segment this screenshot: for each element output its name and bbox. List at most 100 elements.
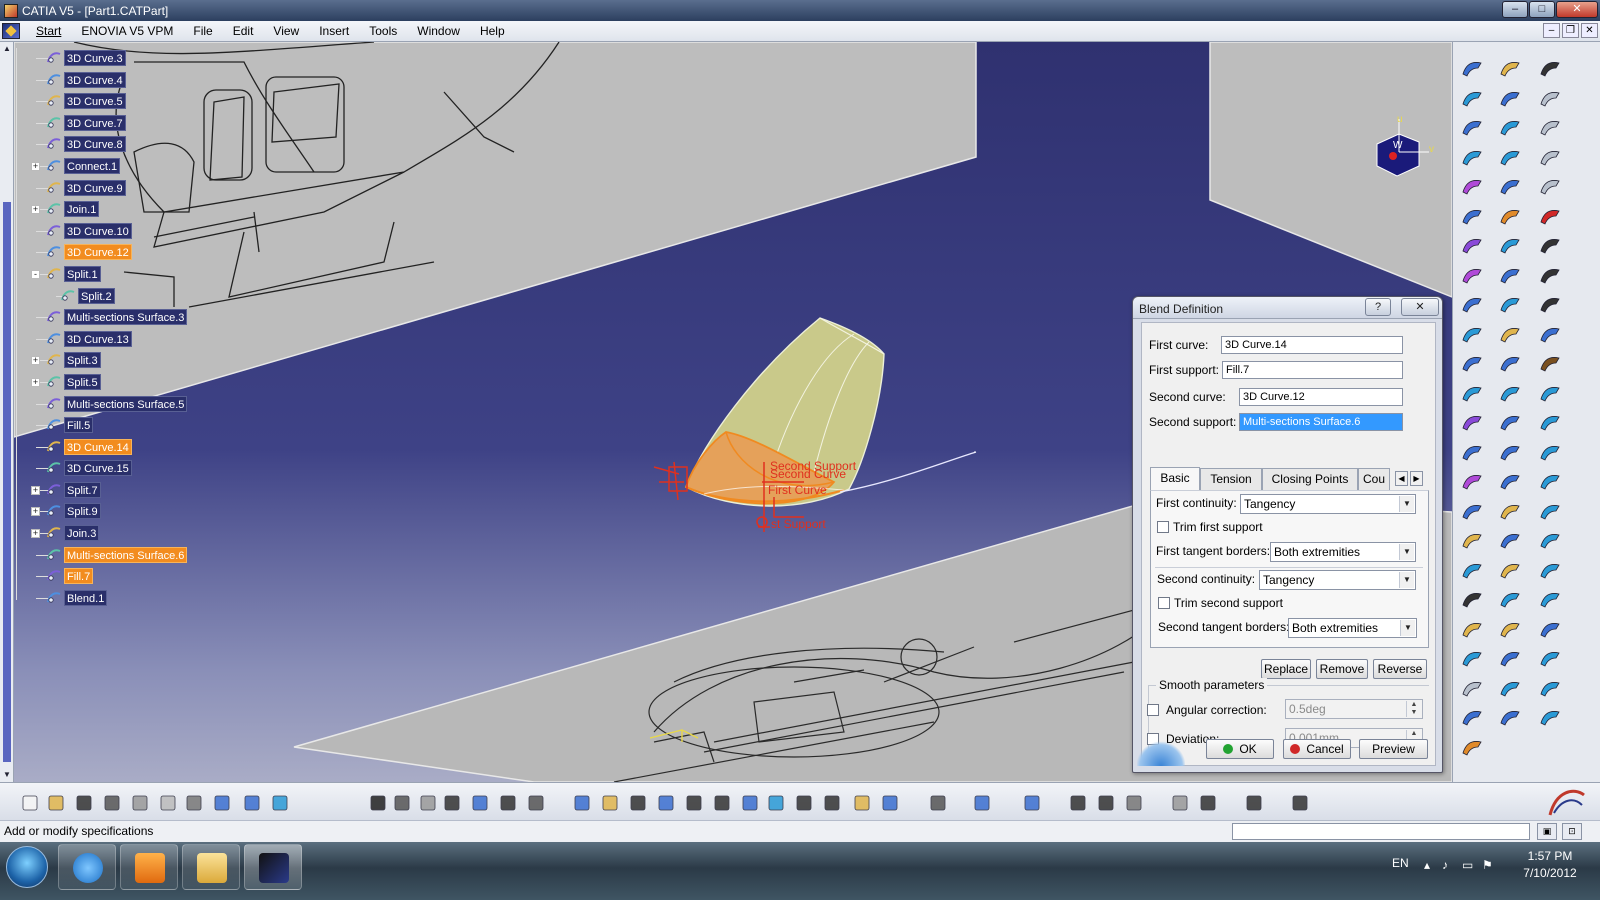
toolbar-icon[interactable]: [766, 794, 786, 812]
dialog-title-bar[interactable]: Blend Definition ? ✕: [1133, 297, 1442, 319]
tool-icon[interactable]: [1498, 56, 1522, 80]
tool-icon[interactable]: [1498, 705, 1522, 729]
toolbar-icon[interactable]: [442, 794, 462, 812]
tool-icon[interactable]: [1460, 617, 1484, 641]
tree-item-label[interactable]: Join.3: [64, 525, 100, 542]
annotation-first-support[interactable]: st Support: [771, 517, 826, 531]
tree-item-label[interactable]: Fill.7: [64, 568, 94, 585]
tree-item[interactable]: 3D Curve.10: [20, 221, 220, 243]
menu-help[interactable]: Help: [470, 24, 515, 38]
toolbar-icon[interactable]: [368, 794, 388, 812]
tool-icon[interactable]: [1498, 558, 1522, 582]
tab-tension[interactable]: Tension: [1200, 468, 1262, 490]
toolbar-icon[interactable]: [470, 794, 490, 812]
tool-icon[interactable]: [1498, 469, 1522, 493]
tool-icon[interactable]: [1538, 410, 1562, 434]
expand-icon[interactable]: +: [31, 205, 40, 215]
menu-tools[interactable]: Tools: [359, 24, 407, 38]
tool-icon[interactable]: [1498, 410, 1522, 434]
tree-item-label[interactable]: Split.2: [78, 287, 115, 304]
tree-item[interactable]: + Join.3: [20, 523, 220, 545]
tool-icon[interactable]: [1498, 617, 1522, 641]
tree-item-label[interactable]: 3D Curve.13: [64, 330, 132, 347]
tree-item[interactable]: Multi-sections Surface.6: [20, 545, 220, 567]
dialog-help-button[interactable]: ?: [1365, 298, 1391, 316]
menu-window[interactable]: Window: [407, 24, 470, 38]
tree-item-label[interactable]: Fill.5: [64, 417, 94, 434]
maximize-button[interactable]: □: [1529, 1, 1555, 18]
replace-button[interactable]: Replace: [1261, 659, 1311, 679]
tool-icon[interactable]: [1460, 174, 1484, 198]
toolbar-icon[interactable]: [600, 794, 620, 812]
toolbar-icon[interactable]: [46, 794, 66, 812]
tool-icon[interactable]: [1538, 145, 1562, 169]
menu-insert[interactable]: Insert: [309, 24, 359, 38]
tool-icon[interactable]: [1460, 263, 1484, 287]
second-continuity-select[interactable]: Tangency ▼: [1259, 570, 1416, 590]
tree-item[interactable]: 3D Curve.3: [20, 48, 220, 70]
tool-icon[interactable]: [1460, 115, 1484, 139]
collapse-icon[interactable]: -: [31, 269, 40, 279]
tool-icon[interactable]: [1538, 56, 1562, 80]
tool-icon[interactable]: [1538, 617, 1562, 641]
toolbar-icon[interactable]: [852, 794, 872, 812]
tool-icon[interactable]: [1498, 115, 1522, 139]
tree-item-label[interactable]: 3D Curve.12: [64, 244, 132, 261]
tab-basic[interactable]: Basic: [1150, 467, 1200, 490]
toolbar-icon[interactable]: [1290, 794, 1310, 812]
tree-item[interactable]: 3D Curve.9: [20, 178, 220, 200]
second-curve-field[interactable]: 3D Curve.12: [1239, 388, 1403, 406]
tree-item[interactable]: Multi-sections Surface.5: [20, 394, 220, 416]
tree-item[interactable]: 3D Curve.5: [20, 91, 220, 113]
tool-icon[interactable]: [1538, 381, 1562, 405]
toolbar-icon[interactable]: [212, 794, 232, 812]
power-input-icon[interactable]: ▣: [1537, 823, 1557, 840]
second-support-field[interactable]: Multi-sections Surface.6: [1239, 413, 1403, 431]
tool-icon[interactable]: [1538, 233, 1562, 257]
spinner-arrows-icon[interactable]: ▲▼: [1406, 701, 1421, 717]
tool-icon[interactable]: [1460, 381, 1484, 405]
tool-icon[interactable]: [1498, 528, 1522, 552]
chevron-down-icon[interactable]: ▼: [1399, 544, 1414, 560]
tree-item[interactable]: + Split.9: [20, 501, 220, 523]
minimize-button[interactable]: –: [1502, 1, 1528, 18]
tree-item-label[interactable]: 3D Curve.8: [64, 136, 126, 153]
tool-icon[interactable]: [1460, 705, 1484, 729]
tree-item[interactable]: 3D Curve.7: [20, 113, 220, 135]
catia-logo-icon[interactable]: [2, 23, 20, 39]
tree-item[interactable]: Fill.7: [20, 566, 220, 588]
tree-item-label[interactable]: 3D Curve.14: [64, 438, 132, 455]
tool-icon[interactable]: [1498, 86, 1522, 110]
menu-start[interactable]: Start: [26, 24, 71, 38]
tool-icon[interactable]: [1538, 676, 1562, 700]
expand-icon[interactable]: +: [31, 161, 40, 171]
tool-icon[interactable]: [1460, 56, 1484, 80]
annotation-second-curve[interactable]: Second Curve: [770, 467, 846, 481]
tool-icon[interactable]: [1498, 204, 1522, 228]
tool-icon[interactable]: [1498, 292, 1522, 316]
ok-button[interactable]: OK: [1206, 739, 1274, 759]
tree-item-label[interactable]: Split.1: [64, 265, 101, 282]
toolbar-icon[interactable]: [526, 794, 546, 812]
tool-icon[interactable]: [1538, 469, 1562, 493]
tool-icon[interactable]: [1460, 322, 1484, 346]
second-tangent-borders-select[interactable]: Both extremities ▼: [1288, 618, 1417, 638]
tree-item[interactable]: 3D Curve.14: [20, 437, 220, 459]
tool-icon[interactable]: [1498, 676, 1522, 700]
toolbar-icon[interactable]: [242, 794, 262, 812]
volume-icon[interactable]: ♪: [1442, 858, 1456, 872]
toolbar-icon[interactable]: [572, 794, 592, 812]
reverse-button[interactable]: Reverse: [1373, 659, 1427, 679]
toolbar-icon[interactable]: [158, 794, 178, 812]
tool-icon[interactable]: [1538, 204, 1562, 228]
chevron-down-icon[interactable]: ▼: [1400, 620, 1415, 636]
expand-icon[interactable]: +: [31, 485, 40, 495]
tool-icon[interactable]: [1498, 499, 1522, 523]
scroll-down-icon[interactable]: ▼: [0, 768, 14, 782]
tool-icon[interactable]: [1538, 528, 1562, 552]
tool-icon[interactable]: [1460, 558, 1484, 582]
tab-coupling[interactable]: Cou: [1358, 468, 1390, 490]
toolbar-icon[interactable]: [1170, 794, 1190, 812]
doc-restore-button[interactable]: ❐: [1562, 23, 1579, 38]
tree-item-label[interactable]: 3D Curve.7: [64, 114, 126, 131]
